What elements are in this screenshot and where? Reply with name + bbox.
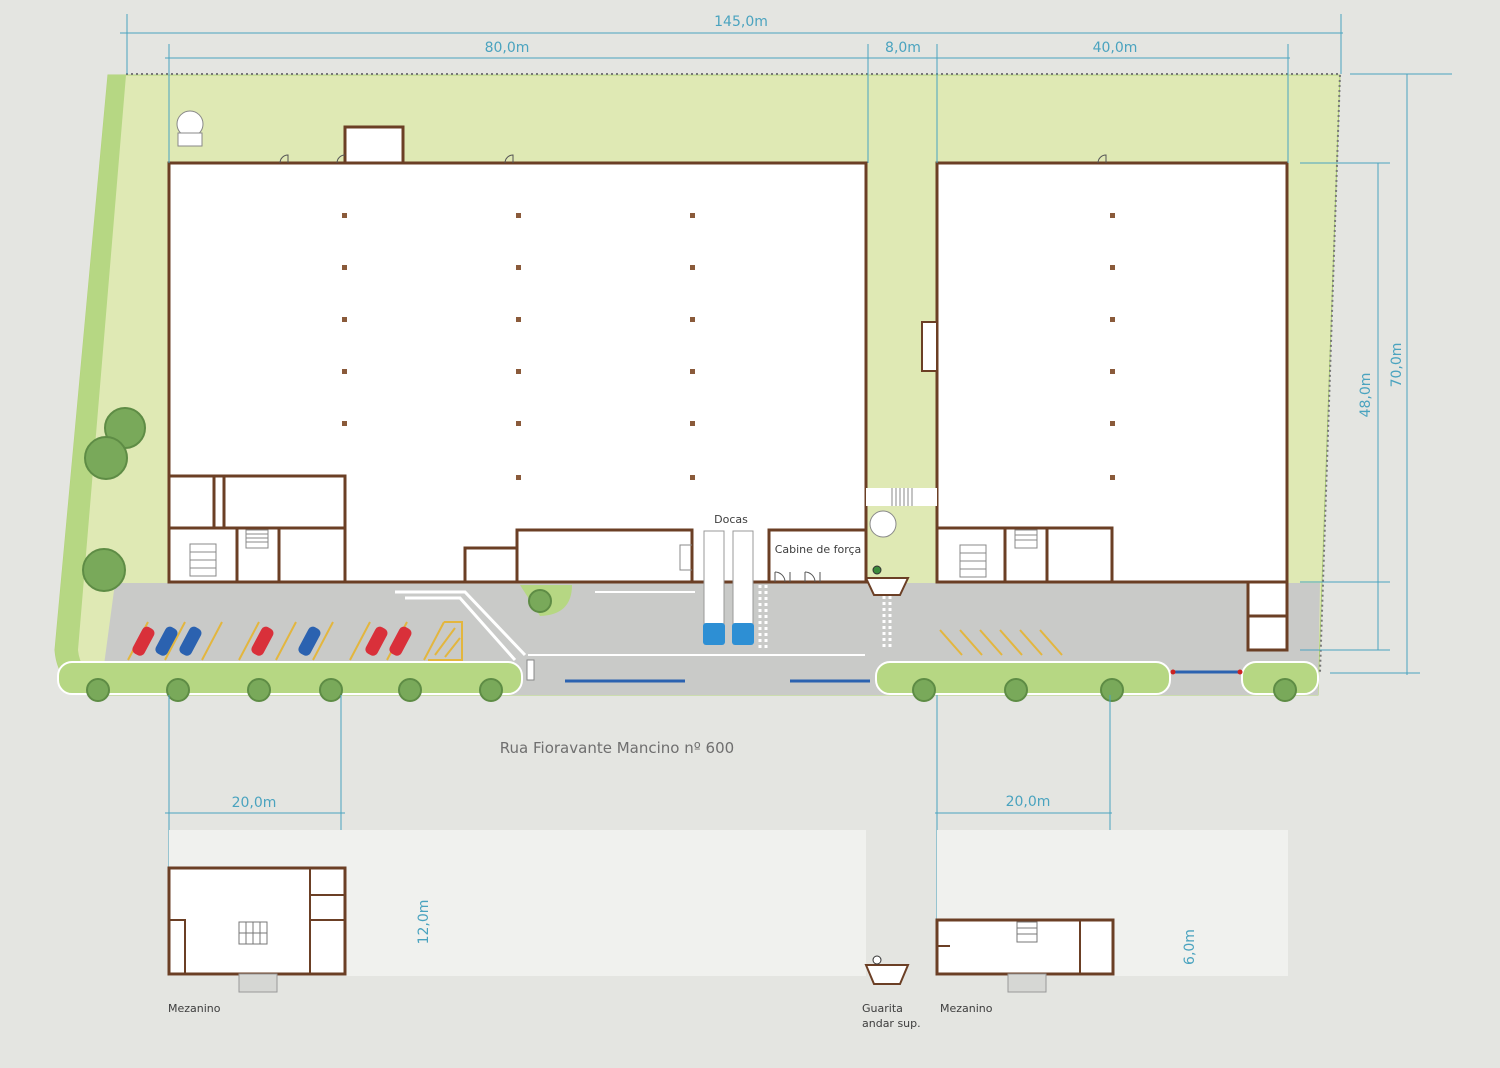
label-guardhouse-line1: Guarita: [862, 1002, 903, 1015]
label-guardhouse-line2: andar sup.: [862, 1017, 921, 1030]
water-tank: [176, 110, 204, 147]
mezzanine-a: [167, 866, 347, 993]
label-mezzanine-b: Mezanino: [940, 1002, 993, 1015]
street-name: Rua Fioravante Mancino nº 600: [500, 739, 734, 757]
site-plan-drawing: 145,0m 80,0m 8,0m 40,0m 70,0m 48,0m Doca…: [54, 14, 1452, 1030]
dim-building-a-width: 80,0m: [485, 40, 530, 56]
label-docks: Docas: [714, 513, 748, 526]
lawn-island-left: [57, 661, 523, 695]
dim-mezzanine-a-depth: 12,0m: [416, 900, 432, 945]
dim-mezzanine-b-depth: 6,0m: [1182, 929, 1198, 965]
dim-gap-width: 8,0m: [885, 40, 921, 56]
dim-mezzanine-a-width: 20,0m: [232, 795, 277, 811]
label-mezzanine-a: Mezanino: [168, 1002, 221, 1015]
warehouse-a: [167, 125, 868, 584]
bollard: [1237, 669, 1243, 675]
label-power-cabin: Cabine de força: [775, 543, 862, 556]
dim-mezzanine-b-width: 20,0m: [1006, 794, 1051, 810]
bollard: [1170, 669, 1176, 675]
dim-lot-depth: 70,0m: [1389, 343, 1405, 388]
warehouse-b: [921, 154, 1289, 652]
site-plan: 145,0m 80,0m 8,0m 40,0m 70,0m 48,0m Doca…: [0, 0, 1500, 1068]
mezzanine-b: [935, 918, 1115, 993]
dim-total-width: 145,0m: [714, 14, 768, 30]
dim-building-depth: 48,0m: [1358, 373, 1374, 418]
gate-post: [526, 659, 535, 681]
guardhouse-upper: [864, 955, 910, 985]
dim-building-b-width: 40,0m: [1093, 40, 1138, 56]
